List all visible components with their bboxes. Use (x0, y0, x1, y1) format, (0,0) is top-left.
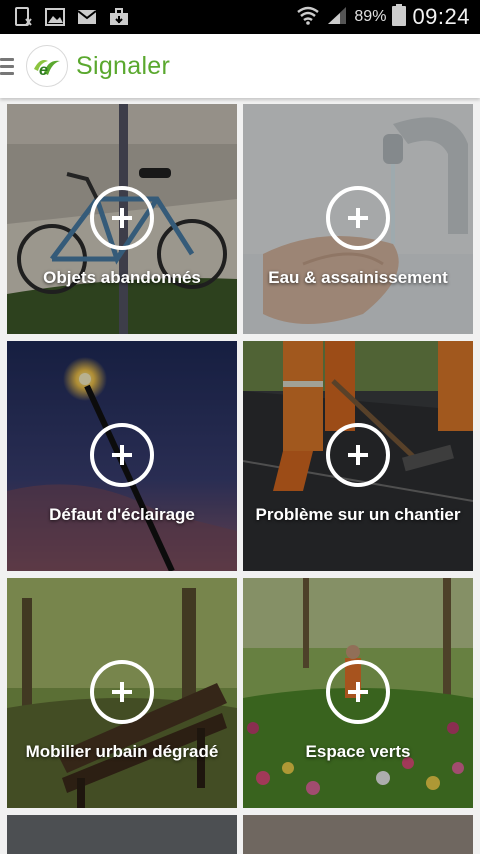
tile-label: Eau & assainissement (268, 268, 448, 287)
tile-overlay (243, 815, 473, 854)
gallery-icon (44, 6, 66, 28)
tile-label: Mobilier urbain dégradé (25, 742, 219, 761)
tile-probleme-chantier[interactable]: Problème sur un chantier (243, 341, 473, 571)
hamburger-icon[interactable] (0, 57, 14, 75)
status-bar: 89% 09:24 (0, 0, 480, 34)
battery-percent: 89% (354, 8, 387, 25)
svg-text:e: e (39, 62, 48, 79)
tile-overlay (7, 815, 237, 854)
tile-objets-abandonnes[interactable]: Objets abandonnés (7, 104, 237, 334)
tile-eau-assainissement[interactable]: Eau & assainissement (243, 104, 473, 334)
briefcase-icon (108, 6, 130, 28)
tile-defaut-eclairage[interactable]: Défaut d'éclairage (7, 341, 237, 571)
tile-label: Espace verts (305, 742, 411, 761)
sim-icon (12, 6, 34, 28)
tile-partial[interactable] (243, 815, 473, 854)
clock: 09:24 (412, 4, 470, 29)
add-icon[interactable] (90, 660, 154, 724)
tile-partial[interactable] (7, 815, 237, 854)
add-icon[interactable] (90, 423, 154, 487)
tile-espace-verts[interactable]: Espace verts (243, 578, 473, 808)
add-icon[interactable] (326, 423, 390, 487)
tile-label: Objets abandonnés (43, 268, 201, 287)
tile-label: Défaut d'éclairage (49, 505, 195, 524)
mail-icon (76, 6, 98, 28)
add-icon[interactable] (326, 660, 390, 724)
tile-label: Problème sur un chantier (255, 505, 461, 524)
battery-icon (392, 3, 407, 31)
add-icon[interactable] (90, 186, 154, 250)
app-bar: e Signaler (0, 34, 480, 98)
signal-icon (326, 5, 348, 30)
tile-mobilier-urbain[interactable]: Mobilier urbain dégradé (7, 578, 237, 808)
category-grid: Objets abandonnés Eau & assainissement D… (0, 98, 480, 854)
app-logo: e (26, 45, 68, 87)
wifi-icon (296, 5, 320, 30)
app-title: Signaler (76, 51, 171, 80)
add-icon[interactable] (326, 186, 390, 250)
